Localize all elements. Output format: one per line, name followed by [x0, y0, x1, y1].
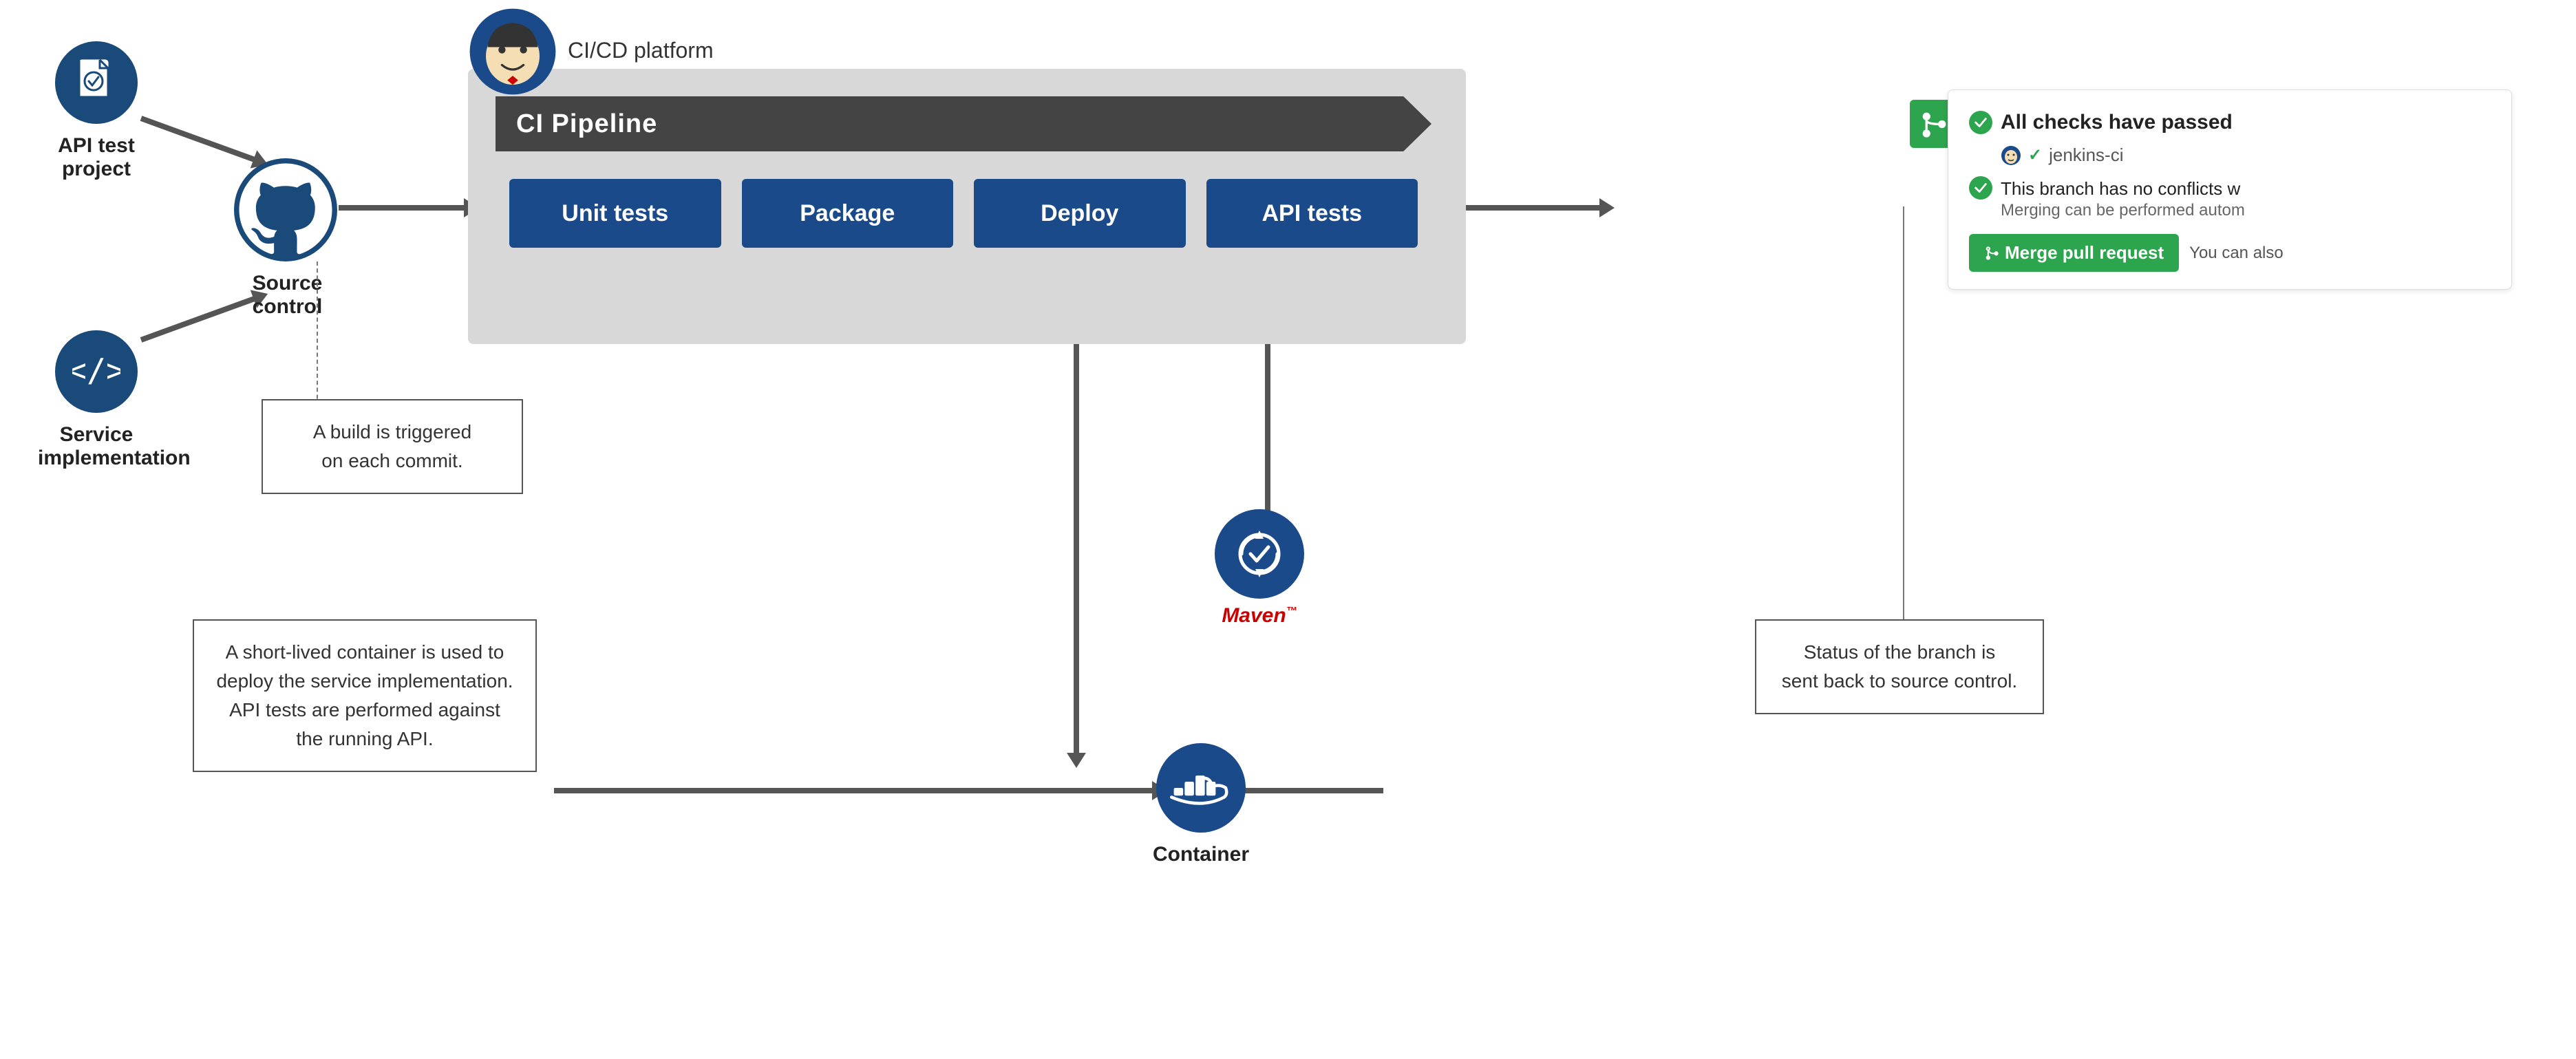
container-label: Container: [1142, 843, 1259, 866]
branch-no-conflict-row: This branch has no conflicts w Merging c…: [1969, 176, 2491, 220]
checks-passed-text: All checks have passed: [2001, 111, 2233, 134]
maven-label: Maven™: [1204, 604, 1314, 628]
arrow-apitests-to-maven: [1265, 344, 1270, 526]
pr-panel: All checks have passed ✓ jenkins-ci: [1948, 89, 2512, 290]
branch-conflict-circle: [1969, 176, 1992, 200]
merge-button-label: Merge pull request: [2005, 242, 2164, 264]
api-test-project-icon: [55, 41, 138, 124]
github-source-control-icon: [234, 158, 337, 261]
diagram-container: API test project </> Service implementat…: [0, 0, 2576, 1059]
jenkins-ci-label: jenkins-ci: [2049, 145, 2123, 166]
line-pipeline-to-status: [1903, 206, 1904, 647]
svg-text:</>: </>: [72, 352, 120, 389]
api-tests-stage: API tests: [1206, 179, 1418, 248]
build-trigger-annotation: A build is triggeredon each commit.: [262, 399, 523, 494]
arrow-github-to-cicd: [339, 205, 468, 211]
cicd-platform-label: CI/CD platform: [568, 38, 714, 63]
pipeline-stages: Unit tests Package Deploy API tests: [496, 179, 1431, 248]
line-github-to-build-trigger: [317, 261, 318, 413]
arrow-pipeline-to-right: [1466, 205, 1604, 211]
short-lived-text: A short-lived container is used todeploy…: [216, 641, 513, 749]
jenkins-ci-row: ✓ jenkins-ci: [1969, 145, 2491, 166]
unit-tests-stage: Unit tests: [509, 179, 721, 248]
arrow-api-to-github: [140, 116, 259, 163]
deploy-stage: Deploy: [974, 179, 1186, 248]
maven-icon-container: Maven™: [1204, 509, 1314, 628]
source-control-label: Source control: [231, 272, 344, 319]
merge-row: Merge pull request You can also: [1969, 234, 2491, 272]
checks-passed-header: All checks have passed: [1969, 111, 2491, 134]
ci-pipeline-text: CI Pipeline: [516, 109, 657, 139]
package-stage: Package: [742, 179, 954, 248]
arrow-deploy-to-container: [1074, 344, 1079, 757]
status-branch-annotation: Status of the branch issent back to sour…: [1755, 619, 2044, 714]
api-test-project-label: API test project: [38, 134, 155, 181]
merge-pull-request-button[interactable]: Merge pull request: [1969, 234, 2179, 272]
maven-circle: [1215, 509, 1304, 599]
ci-pipeline-banner: CI Pipeline: [496, 96, 1431, 151]
service-impl-icon: </>: [55, 330, 138, 413]
arrow-shortlived-to-container: [554, 788, 1156, 793]
jenkins-icon-container: [468, 7, 557, 96]
checks-green-circle: [1969, 111, 1992, 134]
branch-sub-text: Merging can be performed autom: [2001, 201, 2245, 220]
docker-container-icon: [1156, 743, 1246, 833]
service-impl-label: Service implementation: [38, 423, 155, 470]
merge-also-text: You can also: [2189, 244, 2284, 263]
status-branch-text: Status of the branch issent back to sour…: [1782, 641, 2017, 692]
short-lived-annotation: A short-lived container is used todeploy…: [193, 619, 537, 772]
branch-no-conflict-text: This branch has no conflicts w: [2001, 176, 2245, 201]
build-trigger-text: A build is triggeredon each commit.: [313, 421, 471, 471]
